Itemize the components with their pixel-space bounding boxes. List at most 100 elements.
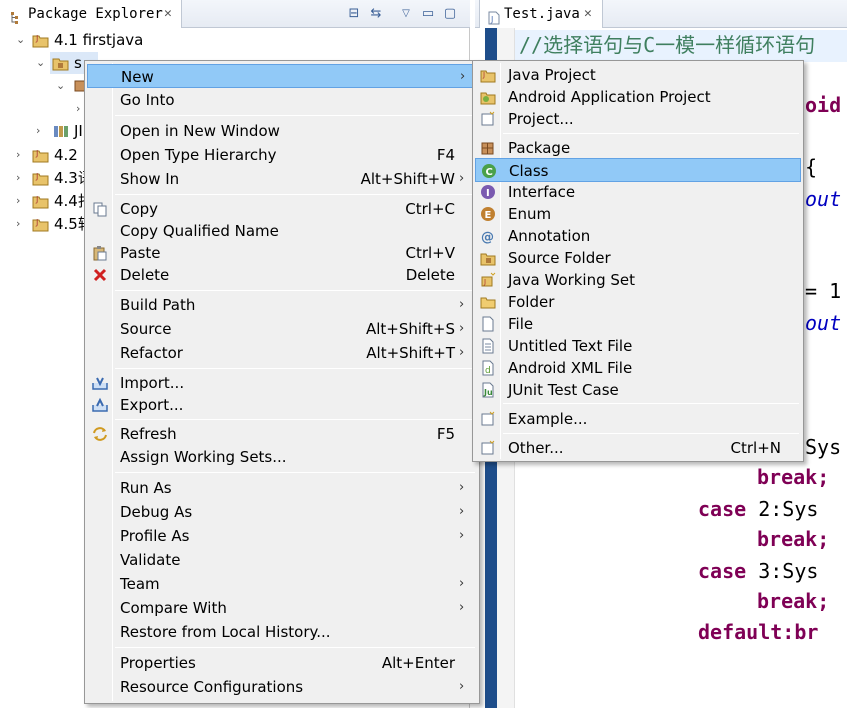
- menu-item-team[interactable]: Team ›: [87, 572, 477, 596]
- menu-item-copy[interactable]: Copy Ctrl+C: [87, 197, 477, 221]
- link-with-editor-icon[interactable]: ⇆: [368, 6, 384, 22]
- android-project-icon: [480, 89, 496, 105]
- android-xml-icon: d: [480, 360, 496, 376]
- code-line: case 3:Sys: [698, 556, 818, 586]
- menu-item-label: Export...: [120, 396, 184, 414]
- menu-item-android-application-project[interactable]: Android Application Project: [475, 85, 801, 109]
- menu-item-open-new-window[interactable]: Open in New Window: [87, 119, 477, 143]
- menu-item-assign-working-sets[interactable]: Assign Working Sets...: [87, 445, 477, 469]
- menu-item-project[interactable]: Project...: [475, 107, 801, 131]
- menu-item-paste[interactable]: Paste Ctrl+V: [87, 241, 477, 265]
- collapse-arrow-icon[interactable]: ›: [76, 98, 80, 120]
- menu-item-build-path[interactable]: Build Path ›: [87, 293, 477, 317]
- menu-item-delete[interactable]: Delete Delete: [87, 263, 477, 287]
- expand-icon[interactable]: ⌄: [16, 29, 25, 51]
- submenu-arrow-icon: ›: [459, 480, 465, 495]
- menu-item-file[interactable]: File: [475, 312, 801, 336]
- collapse-arrow-icon[interactable]: ›: [36, 120, 40, 142]
- menu-item-export[interactable]: Export...: [87, 393, 477, 417]
- menu-item-label: New: [121, 68, 154, 86]
- menu-item-show-in[interactable]: Show In Alt+Shift+W ›: [87, 167, 477, 191]
- view-menu-icon[interactable]: ▽: [398, 6, 414, 22]
- menu-item-untitled-text-file[interactable]: Untitled Text File: [475, 334, 801, 358]
- menu-item-open-type-hierarchy[interactable]: Open Type Hierarchy F4: [87, 143, 477, 167]
- menu-item-source-folder[interactable]: Source Folder: [475, 246, 801, 270]
- menu-item-class[interactable]: C Class: [475, 158, 801, 182]
- menu-item-java-working-set[interactable]: J Java Working Set: [475, 268, 801, 292]
- close-icon[interactable]: ✕: [584, 0, 592, 28]
- menu-item-source[interactable]: Source Alt+Shift+S ›: [87, 317, 477, 341]
- menu-item-profile-as[interactable]: Profile As ›: [87, 524, 477, 548]
- menu-item-other[interactable]: Other... Ctrl+N: [475, 436, 801, 460]
- menu-item-junit-test-case[interactable]: Ju JUnit Test Case: [475, 378, 801, 402]
- menu-item-accelerator: Alt+Shift+W: [360, 170, 455, 188]
- java-project-icon: J: [32, 170, 50, 186]
- svg-text:E: E: [485, 210, 492, 221]
- menu-item-example[interactable]: Example...: [475, 407, 801, 431]
- menu-item-import[interactable]: Import...: [87, 371, 477, 395]
- menu-item-interface[interactable]: I Interface: [475, 180, 801, 204]
- menu-item-enum[interactable]: E Enum: [475, 202, 801, 226]
- example-icon: [480, 411, 496, 427]
- paste-icon: [92, 245, 108, 261]
- tree-item-project[interactable]: ⌄ J 4.1 firstjava: [16, 29, 216, 51]
- tab-test-java[interactable]: J Test.java ✕: [479, 0, 603, 28]
- source-folder-icon: [52, 55, 70, 71]
- tree-item-label: JI: [74, 122, 83, 140]
- menu-item-compare-with[interactable]: Compare With ›: [87, 596, 477, 620]
- menu-item-package[interactable]: Package: [475, 136, 801, 160]
- enum-icon: E: [480, 206, 496, 222]
- project-icon: [480, 111, 496, 127]
- menu-item-label: Other...: [508, 439, 564, 457]
- menu-item-label: Run As: [120, 479, 172, 497]
- menu-item-label: Refactor: [120, 344, 183, 362]
- menu-separator: [115, 647, 475, 648]
- menu-item-android-xml-file[interactable]: d Android XML File: [475, 356, 801, 380]
- menu-item-java-project[interactable]: J Java Project: [475, 63, 801, 87]
- import-icon: [92, 375, 108, 391]
- menu-item-refactor[interactable]: Refactor Alt+Shift+T ›: [87, 341, 477, 365]
- collapse-all-icon[interactable]: ⊟: [346, 6, 362, 22]
- menu-item-debug-as[interactable]: Debug As ›: [87, 500, 477, 524]
- tab-package-explorer[interactable]: Package Explorer ✕: [0, 0, 182, 28]
- menu-item-go-into[interactable]: Go Into: [87, 88, 477, 112]
- expand-icon[interactable]: ⌄: [36, 52, 45, 74]
- menu-item-label: Compare With: [120, 599, 227, 617]
- collapse-arrow-icon[interactable]: ›: [16, 190, 20, 212]
- menu-item-label: Android Application Project: [508, 88, 711, 106]
- menu-item-label: Source: [120, 320, 172, 338]
- menu-item-copy-qualified-name[interactable]: Copy Qualified Name: [87, 219, 477, 243]
- maximize-icon[interactable]: ▢: [442, 6, 458, 22]
- menu-separator: [115, 368, 475, 369]
- expand-icon[interactable]: ⌄: [56, 75, 65, 97]
- menu-item-label: Package: [508, 139, 571, 157]
- code-field: out: [805, 187, 842, 211]
- menu-separator: [503, 433, 799, 434]
- menu-item-folder[interactable]: Folder: [475, 290, 801, 314]
- menu-item-label: Interface: [508, 183, 576, 201]
- menu-item-label: Team: [120, 575, 160, 593]
- menu-item-properties[interactable]: Properties Alt+Enter: [87, 651, 477, 675]
- menu-item-run-as[interactable]: Run As ›: [87, 476, 477, 500]
- minimize-icon[interactable]: ▭: [420, 6, 436, 22]
- menu-separator: [115, 290, 475, 291]
- svg-text:Ju: Ju: [483, 388, 493, 397]
- close-icon[interactable]: ✕: [164, 0, 172, 28]
- menu-item-annotation[interactable]: @ Annotation: [475, 224, 801, 248]
- collapse-arrow-icon[interactable]: ›: [16, 144, 20, 166]
- collapse-arrow-icon[interactable]: ›: [16, 167, 20, 189]
- menu-item-label: Untitled Text File: [508, 337, 633, 355]
- menu-item-new[interactable]: New ›: [87, 64, 477, 88]
- menu-item-label: Java Project: [508, 66, 596, 84]
- tree-item-label: 4.2: [54, 146, 78, 164]
- collapse-arrow-icon[interactable]: ›: [16, 213, 20, 235]
- menu-item-validate[interactable]: Validate: [87, 548, 477, 572]
- code-keyword: default:: [698, 620, 795, 644]
- menu-item-restore-local-history[interactable]: Restore from Local History...: [87, 620, 477, 644]
- tree-item-label: s: [74, 54, 82, 72]
- menu-item-refresh[interactable]: Refresh F5: [87, 422, 477, 446]
- menu-item-label: JUnit Test Case: [508, 381, 619, 399]
- other-icon: [480, 440, 496, 456]
- code-keyword: case: [698, 559, 747, 583]
- menu-item-resource-configurations[interactable]: Resource Configurations ›: [87, 675, 477, 699]
